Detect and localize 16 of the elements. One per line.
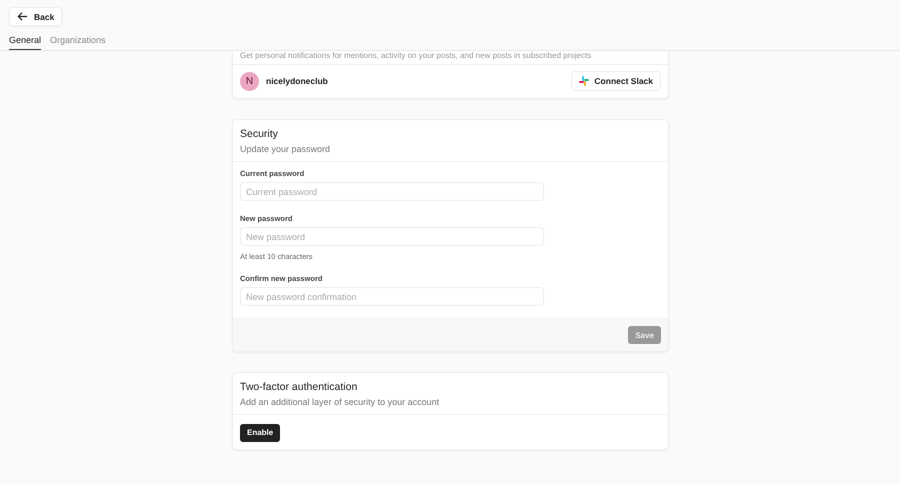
enable-button[interactable]: Enable [240, 424, 280, 442]
password-field[interactable]: New password [240, 227, 544, 246]
avatar: N [240, 72, 259, 90]
card-description: Get personal notifications for mentions, activity on your posts, and new posts in subscribed projects [233, 51, 668, 65]
card-subtitle: Add an additional layer of security to your account [240, 397, 440, 407]
card-title: Security [240, 128, 279, 140]
back-button[interactable]: Back [9, 7, 62, 26]
password-field[interactable]: Current password [240, 182, 544, 201]
connect-slack-button[interactable]: Connect Slack [571, 71, 661, 91]
hash-logo-icon [579, 76, 590, 86]
arrow-left-icon [17, 11, 28, 22]
card-subtitle: Update your password [240, 144, 332, 154]
card-title: Two-factor authentication [240, 381, 358, 393]
account-name: nicelydoneclub [266, 76, 329, 86]
tab[interactable]: General [9, 33, 42, 50]
password-field[interactable]: New password confirmation [240, 287, 544, 306]
